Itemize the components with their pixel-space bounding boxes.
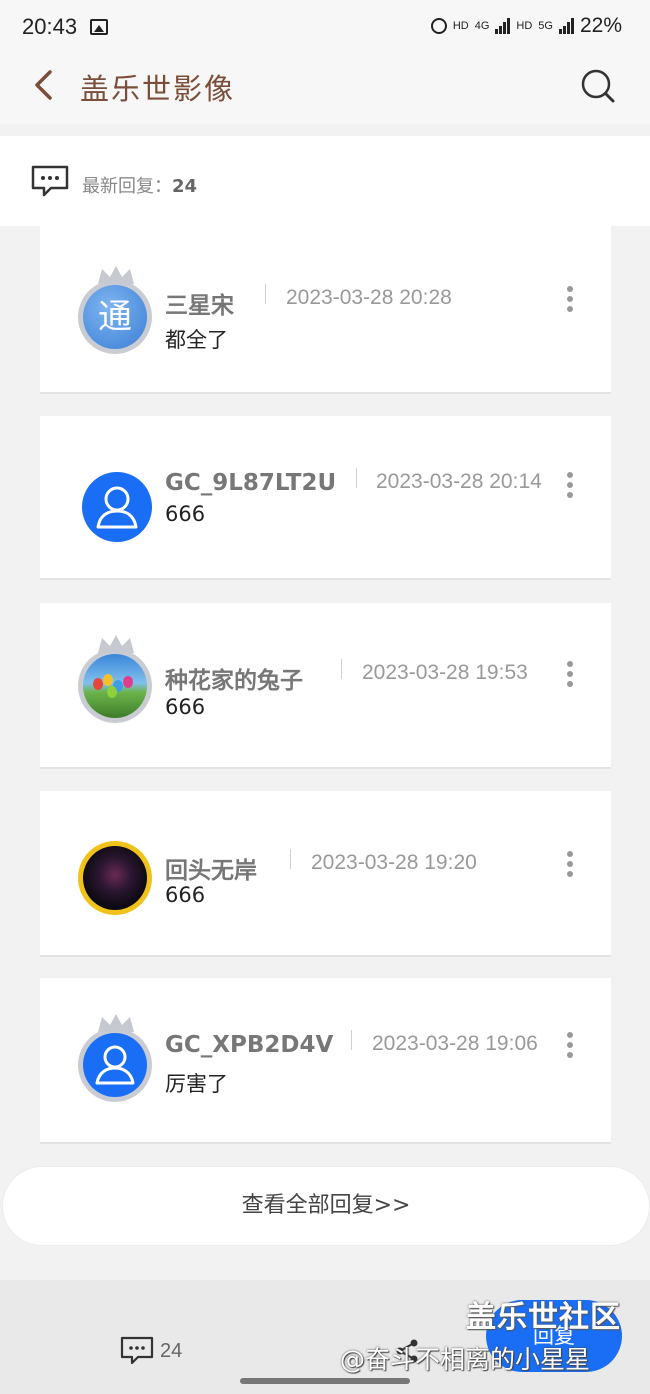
default-user-icon	[95, 1045, 135, 1085]
reply-card[interactable]: GC_9L87LT2U 2023-03-28 20:14 666	[40, 416, 611, 580]
network-hd-label: HD	[452, 20, 469, 32]
signal-icon	[495, 18, 511, 34]
latest-replies-label: 最新回复：24	[82, 172, 197, 198]
watermark-author: @奋斗不相离的小星星	[340, 1345, 591, 1374]
divider	[265, 284, 266, 304]
comment-count[interactable]: 24	[160, 1340, 182, 1363]
status-time: 20:43	[22, 14, 78, 39]
gallery-notification-icon	[90, 19, 108, 35]
crown-icon	[98, 635, 134, 653]
divider	[290, 849, 291, 869]
network-hd2-label: HD	[516, 20, 533, 32]
balloon-avatar-image	[83, 654, 147, 718]
latest-replies-count: 24	[172, 176, 198, 197]
avatar[interactable]	[82, 472, 152, 542]
reply-card[interactable]: GC_XPB2D4V 2023-03-28 19:06 厉害了	[40, 978, 611, 1144]
reply-date: 2023-03-28 19:53	[362, 661, 528, 684]
more-options-icon[interactable]	[566, 661, 574, 689]
more-options-icon[interactable]	[566, 286, 574, 314]
default-user-icon	[96, 486, 138, 529]
avatar-wrap[interactable]: 通	[76, 266, 156, 354]
reply-content: 666	[165, 883, 206, 907]
divider	[341, 659, 342, 679]
reply-content: 666	[165, 502, 206, 526]
crown-icon	[98, 266, 134, 284]
more-options-icon[interactable]	[566, 472, 574, 500]
status-icons: HD 4G HD 5G 22%	[430, 14, 622, 38]
reply-date: 2023-03-28 20:28	[286, 286, 452, 309]
app-bar: 盖乐世影像	[0, 48, 650, 124]
avatar[interactable]	[78, 1028, 152, 1102]
signal-icon-2	[558, 18, 574, 34]
watermark-community: 盖乐世社区	[466, 1300, 621, 1335]
divider	[351, 1030, 352, 1050]
battery-level: 22%	[579, 14, 622, 37]
avatar[interactable]	[78, 649, 152, 723]
reply-username[interactable]: 三星宋	[165, 286, 234, 320]
latest-replies-header: 最新回复：24	[0, 136, 650, 226]
search-icon[interactable]	[580, 68, 616, 104]
back-arrow-icon[interactable]	[30, 68, 60, 102]
divider	[356, 468, 357, 488]
reply-content: 厉害了	[165, 1072, 228, 1096]
default-user-avatar	[83, 1033, 147, 1097]
avatar-wrap[interactable]	[76, 462, 156, 542]
comment-count-icon[interactable]	[120, 1336, 154, 1366]
latest-replies-text: 最新回复：	[82, 176, 172, 197]
avatar[interactable]: 通	[78, 280, 152, 354]
avatar-wrap[interactable]	[76, 833, 156, 915]
home-indicator[interactable]	[240, 1378, 410, 1384]
reply-card[interactable]: 种花家的兔子 2023-03-28 19:53 666	[40, 603, 611, 769]
tong-avatar-glyph: 通	[83, 285, 147, 349]
reply-content: 都全了	[165, 328, 228, 352]
reply-date: 2023-03-28 19:06	[372, 1032, 538, 1055]
reply-username[interactable]: 回头无岸	[165, 851, 257, 885]
reply-card[interactable]: 通 三星宋 2023-03-28 20:28 都全了	[40, 226, 611, 394]
crown-icon	[98, 1014, 134, 1032]
status-bar: 20:43 HD 4G HD 5G 22%	[0, 0, 650, 48]
view-all-replies-button[interactable]: 查看全部回复>>	[2, 1166, 650, 1246]
reply-date: 2023-03-28 20:14	[376, 470, 542, 493]
bottom-bar: 24 回复 盖乐世社区 @奋斗不相离的小星星	[0, 1280, 650, 1394]
reply-username[interactable]: 种花家的兔子	[165, 661, 303, 695]
avatar-wrap[interactable]	[76, 1014, 156, 1102]
page-title: 盖乐世影像	[80, 72, 236, 106]
alarm-icon	[430, 18, 447, 34]
comment-icon	[31, 165, 69, 197]
avatar-wrap[interactable]	[76, 635, 156, 723]
network-4g-label: 4G	[474, 20, 490, 32]
more-options-icon[interactable]	[566, 851, 574, 879]
reply-date: 2023-03-28 19:20	[311, 851, 477, 874]
network-5g-label: 5G	[538, 20, 553, 32]
more-options-icon[interactable]	[566, 1032, 574, 1060]
reply-username[interactable]: GC_9L87LT2U	[165, 470, 336, 496]
reply-card[interactable]: 回头无岸 2023-03-28 19:20 666	[40, 791, 611, 957]
reply-username[interactable]: GC_XPB2D4V	[165, 1032, 333, 1058]
reply-content: 666	[165, 695, 206, 719]
dark-avatar-image	[83, 846, 147, 910]
avatar[interactable]	[78, 841, 152, 915]
